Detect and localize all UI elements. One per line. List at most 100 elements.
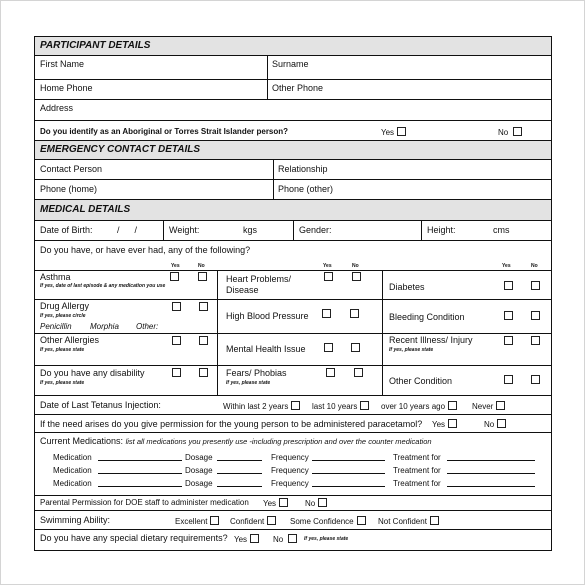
dob-separators: / / <box>117 225 138 235</box>
aboriginal-no-checkbox[interactable] <box>513 127 523 136</box>
medication-input[interactable] <box>98 460 182 461</box>
dietary-question: Do you have any special dietary requirem… <box>40 533 228 543</box>
section-title: EMERGENCY CONTACT DETAILS <box>40 144 201 155</box>
dietary-no-checkbox[interactable] <box>288 534 298 543</box>
address-label: Address <box>40 103 74 113</box>
height-unit: cms <box>493 225 510 235</box>
drug-allergy-no-checkbox[interactable] <box>199 302 208 311</box>
heart-yes-checkbox[interactable] <box>324 272 333 281</box>
asthma-note: If yes, date of last episode & any medic… <box>40 283 166 289</box>
fears-no-checkbox[interactable] <box>354 368 363 377</box>
frequency-input[interactable] <box>312 486 385 487</box>
mental-health-no-checkbox[interactable] <box>351 343 360 352</box>
no-label: No <box>484 420 495 429</box>
paracetamol-yes-checkbox[interactable] <box>448 419 458 428</box>
aboriginal-yes-checkbox[interactable] <box>397 127 407 136</box>
frequency-input[interactable] <box>312 473 385 474</box>
dosage-label: Dosage <box>185 453 213 462</box>
option-label: Never <box>472 402 494 411</box>
tetanus-over10-checkbox[interactable] <box>448 401 458 410</box>
diabetes-no-checkbox[interactable] <box>531 281 540 290</box>
swim-not-confident: Not Confident <box>378 516 439 526</box>
phone-other-label: Phone (other) <box>278 184 334 194</box>
relationship-label: Relationship <box>278 164 328 174</box>
yes-col-header: Yes <box>323 263 332 269</box>
disability-no-checkbox[interactable] <box>199 368 208 377</box>
document-page: PARTICIPANT DETAILS First Name Surname H… <box>0 0 585 585</box>
medication-input[interactable] <box>98 486 182 487</box>
section-header-emergency: EMERGENCY CONTACT DETAILS <box>35 141 551 160</box>
tetanus-label: Date of Last Tetanus Injection: <box>40 400 161 410</box>
drug-allergy-note: If yes, please circle <box>40 313 86 319</box>
bleeding-yes-checkbox[interactable] <box>504 311 513 320</box>
divider <box>293 221 294 240</box>
frequency-label: Frequency <box>271 479 309 488</box>
tetanus-10yrs-checkbox[interactable] <box>360 401 370 410</box>
option-other[interactable]: Other: <box>136 322 158 331</box>
bleeding-no-checkbox[interactable] <box>531 311 540 320</box>
dietary-yes-checkbox[interactable] <box>250 534 260 543</box>
heart-no-checkbox[interactable] <box>352 272 361 281</box>
option-penicillin[interactable]: Penicillin <box>40 322 72 331</box>
option-label: Confident <box>230 517 265 526</box>
dob-label: Date of Birth: <box>40 225 93 235</box>
recent-illness-yes-checkbox[interactable] <box>504 336 513 345</box>
swim-excellent-checkbox[interactable] <box>210 516 220 525</box>
asthma-yes-checkbox[interactable] <box>170 272 179 281</box>
option-morphia[interactable]: Morphia <box>90 322 119 331</box>
yes-label: Yes <box>381 128 395 137</box>
permission-no-checkbox[interactable] <box>318 498 328 507</box>
swim-confident-checkbox[interactable] <box>267 516 277 525</box>
dietary-row: Do you have any special dietary requirem… <box>35 530 551 550</box>
diabetes-yes-checkbox[interactable] <box>504 281 513 290</box>
tetanus-option-2yrs: Within last 2 years <box>223 401 301 411</box>
blood-pressure-no-checkbox[interactable] <box>350 309 359 318</box>
other-condition-no-checkbox[interactable] <box>531 375 540 384</box>
no-label: No <box>305 499 316 508</box>
fears-yes-checkbox[interactable] <box>326 368 335 377</box>
paracetamol-no-checkbox[interactable] <box>497 419 507 428</box>
dosage-input[interactable] <box>217 473 262 474</box>
aboriginal-row: Do you identify as an Aboriginal or Torr… <box>35 121 551 141</box>
asthma-no-checkbox[interactable] <box>198 272 207 281</box>
swim-some-confidence-checkbox[interactable] <box>356 516 366 525</box>
medication-input[interactable] <box>98 473 182 474</box>
frequency-input[interactable] <box>312 460 385 461</box>
other-condition-yes-checkbox[interactable] <box>504 375 513 384</box>
weight-unit: kgs <box>243 225 258 235</box>
option-label: Within last 2 years <box>223 402 289 411</box>
drug-allergy-yes-checkbox[interactable] <box>172 302 181 311</box>
medical-form: PARTICIPANT DETAILS First Name Surname H… <box>34 36 552 551</box>
other-allergies-yes-checkbox[interactable] <box>172 336 181 345</box>
option-label: last 10 years <box>312 402 358 411</box>
swim-not-confident-checkbox[interactable] <box>429 516 439 525</box>
parental-permission-label: Parental Permission for DOE staff to adm… <box>40 498 249 507</box>
recent-illness-no-checkbox[interactable] <box>531 336 540 345</box>
medications-note: list all medications you presently use -… <box>125 437 432 446</box>
paracetamol-yes: Yes <box>432 419 458 429</box>
bleeding-label: Bleeding Condition <box>389 312 465 322</box>
treatment-input[interactable] <box>447 486 535 487</box>
swim-excellent: Excellent <box>175 516 220 526</box>
dietary-note: If yes, please state <box>304 536 349 542</box>
tetanus-2yrs-checkbox[interactable] <box>291 401 301 410</box>
dosage-input[interactable] <box>217 460 262 461</box>
permission-yes-checkbox[interactable] <box>279 498 289 507</box>
no-col-header: No <box>531 263 538 269</box>
treatment-input[interactable] <box>447 460 535 461</box>
other-allergies-no-checkbox[interactable] <box>199 336 208 345</box>
recent-illness-label: Recent Illness/ Injury <box>389 335 473 345</box>
treatment-input[interactable] <box>447 473 535 474</box>
mental-health-yes-checkbox[interactable] <box>324 343 333 352</box>
disability-yes-checkbox[interactable] <box>172 368 181 377</box>
mental-health-label: Mental Health Issue <box>226 344 306 354</box>
tetanus-never-checkbox[interactable] <box>496 401 506 410</box>
dosage-label: Dosage <box>185 466 213 475</box>
phone-row: Home Phone Other Phone <box>35 80 551 100</box>
frequency-label: Frequency <box>271 466 309 475</box>
heart-label: Heart Problems/ Disease <box>226 274 292 295</box>
dosage-input[interactable] <box>217 486 262 487</box>
blood-pressure-yes-checkbox[interactable] <box>322 309 331 318</box>
drug-allergy-label: Drug Allergy <box>40 301 90 311</box>
tetanus-option-over10: over 10 years ago <box>381 401 458 411</box>
